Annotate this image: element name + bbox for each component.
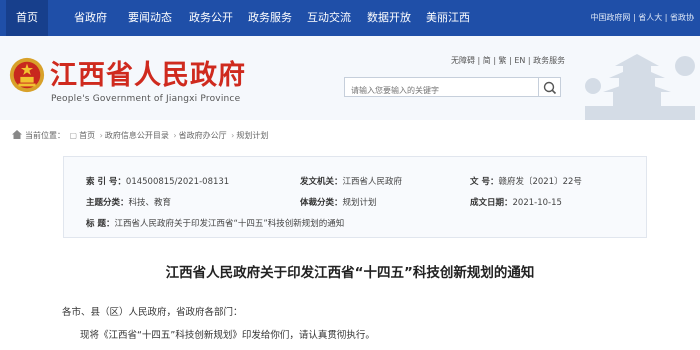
nav-item-open-data[interactable]: 数据开放 xyxy=(367,0,411,36)
top-nav-bar: 首页 省政府 要闻动态 政务公开 政务服务 互动交流 数据开放 美丽江西 中国政… xyxy=(0,0,700,36)
meta-title: 标 题：江西省人民政府关于印发江西省“十四五”科技创新规划的通知 xyxy=(86,219,345,229)
site-title[interactable]: 江西省人民政府 xyxy=(50,53,246,92)
breadcrumb-item-catalog[interactable]: 政府信息公开目录 xyxy=(105,131,169,140)
document-salutation: 各市、县（区）人民政府，省政府各部门： xyxy=(62,307,243,318)
meta-topic: 主题分类：科技、教育 xyxy=(86,198,172,208)
site-subtitle: People's Government of Jiangxi Province xyxy=(51,94,241,104)
national-emblem-icon xyxy=(9,57,45,93)
breadcrumb-item-office[interactable]: 省政府办公厅 xyxy=(179,131,227,140)
meta-index-no: 索 引 号：014500815/2021-08131 xyxy=(86,177,230,187)
breadcrumb-item-home[interactable]: 首页 xyxy=(79,131,95,140)
search-field[interactable] xyxy=(344,77,539,100)
meta-genre: 体裁分类：规划计划 xyxy=(300,198,377,208)
header-utility-links[interactable]: 无障碍 | 简 | 繁 | EN | 政务服务 xyxy=(451,55,565,66)
nav-item-beautiful-jiangxi[interactable]: 美丽江西 xyxy=(426,0,470,36)
document-title: 江西省人民政府关于印发江西省“十四五”科技创新规划的通知 xyxy=(165,265,535,281)
nav-item-home[interactable]: 首页 xyxy=(6,0,48,36)
breadcrumb-label: 当前位置： xyxy=(25,131,65,140)
meta-issuer: 发文机关：江西省人民政府 xyxy=(300,177,403,187)
top-right-links[interactable]: 中国政府网 | 省人大 | 省政协 xyxy=(590,0,694,36)
nav-item-gov-services[interactable]: 政务服务 xyxy=(248,0,292,36)
search-icon xyxy=(543,81,557,95)
meta-doc-number: 文 号：赣府发〔2021〕22号 xyxy=(470,177,582,187)
breadcrumb: 当前位置： ▢ 首页 › 政府信息公开目录 › 省政府办公厅 › 规划计划 xyxy=(12,130,268,141)
nav-item-province-gov[interactable]: 省政府 xyxy=(74,0,107,36)
pavilion-illustration-icon xyxy=(585,54,695,120)
home-icon xyxy=(12,130,22,139)
site-header: 江西省人民政府 People's Government of Jiangxi P… xyxy=(0,36,700,120)
nav-item-interaction[interactable]: 互动交流 xyxy=(307,0,351,36)
document-paragraph: 现将《江西省“十四五”科技创新规划》印发给你们，请认真贯彻执行。 xyxy=(80,330,375,341)
breadcrumb-item-planning[interactable]: 规划计划 xyxy=(236,131,268,140)
nav-item-gov-affairs-open[interactable]: 政务公开 xyxy=(189,0,233,36)
nav-item-news[interactable]: 要闻动态 xyxy=(128,0,172,36)
search-input[interactable] xyxy=(345,81,538,100)
meta-date: 成文日期：2021-10-15 xyxy=(470,198,562,208)
search-button[interactable] xyxy=(539,77,561,97)
